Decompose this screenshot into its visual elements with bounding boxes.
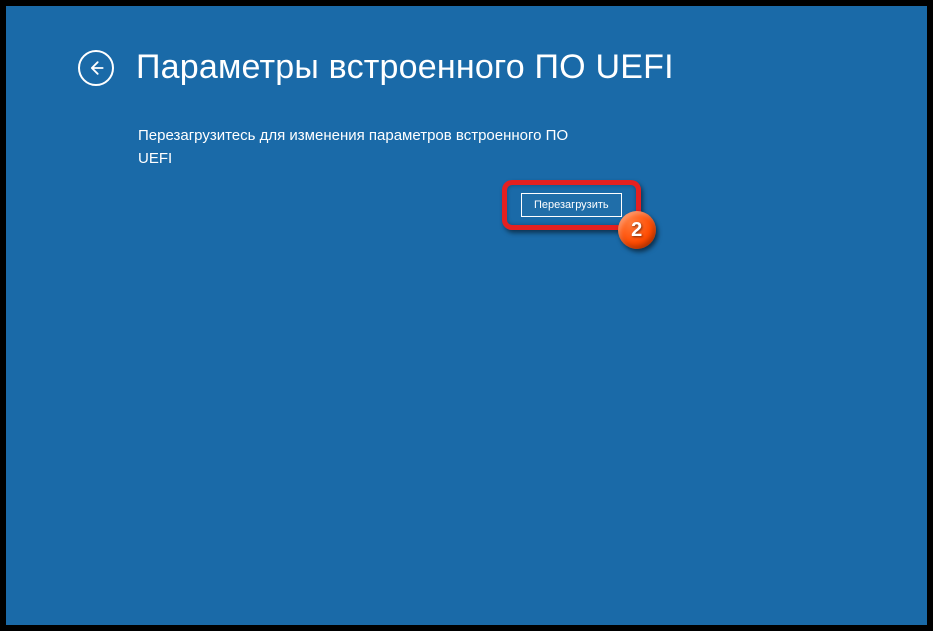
restart-button[interactable]: Перезагрузить — [521, 193, 622, 217]
annotation-step-badge: 2 — [618, 211, 656, 249]
page-title: Параметры встроенного ПО UEFI — [136, 48, 674, 87]
header-row: Параметры встроенного ПО UEFI — [20, 20, 913, 87]
button-area: Перезагрузить 2 — [502, 180, 641, 230]
annotation-highlight-box: Перезагрузить 2 — [502, 180, 641, 230]
window-content: Параметры встроенного ПО UEFI Перезагруз… — [20, 20, 913, 611]
description-text: Перезагрузитесь для изменения параметров… — [138, 125, 578, 170]
arrow-left-icon — [86, 58, 106, 78]
window-outer-frame: Параметры встроенного ПО UEFI Перезагруз… — [6, 6, 927, 625]
back-button[interactable] — [78, 50, 114, 86]
